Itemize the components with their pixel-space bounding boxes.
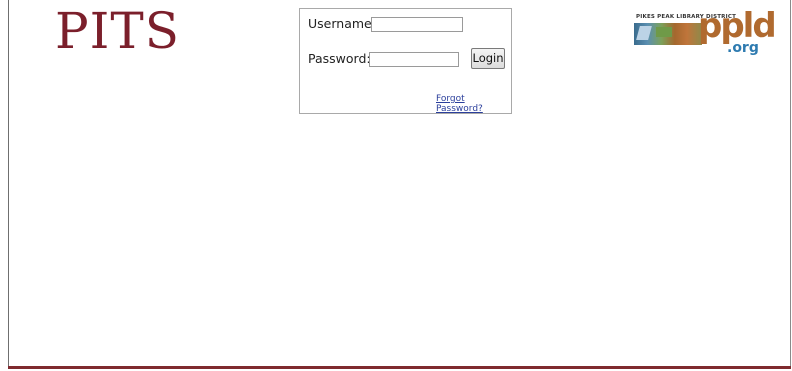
password-label: Password: <box>308 51 371 66</box>
password-input[interactable] <box>369 52 459 67</box>
ppld-org-text: .org <box>727 40 759 56</box>
forgot-password-link[interactable]: Forgot Password? <box>436 94 511 114</box>
username-input[interactable] <box>371 17 463 32</box>
ppld-logo-artwork <box>634 23 702 45</box>
ppld-wordmark: ppld <box>698 6 777 46</box>
login-button[interactable]: Login <box>471 48 505 69</box>
username-label: Username: <box>308 16 376 31</box>
pits-logo: PITS <box>55 2 180 60</box>
footer-divider <box>8 366 791 369</box>
login-panel: Username: Password: Login Forgot Passwor… <box>299 8 512 114</box>
ppld-logo: PIKES PEAK LIBRARY DISTRICT ppld .org <box>632 8 777 62</box>
